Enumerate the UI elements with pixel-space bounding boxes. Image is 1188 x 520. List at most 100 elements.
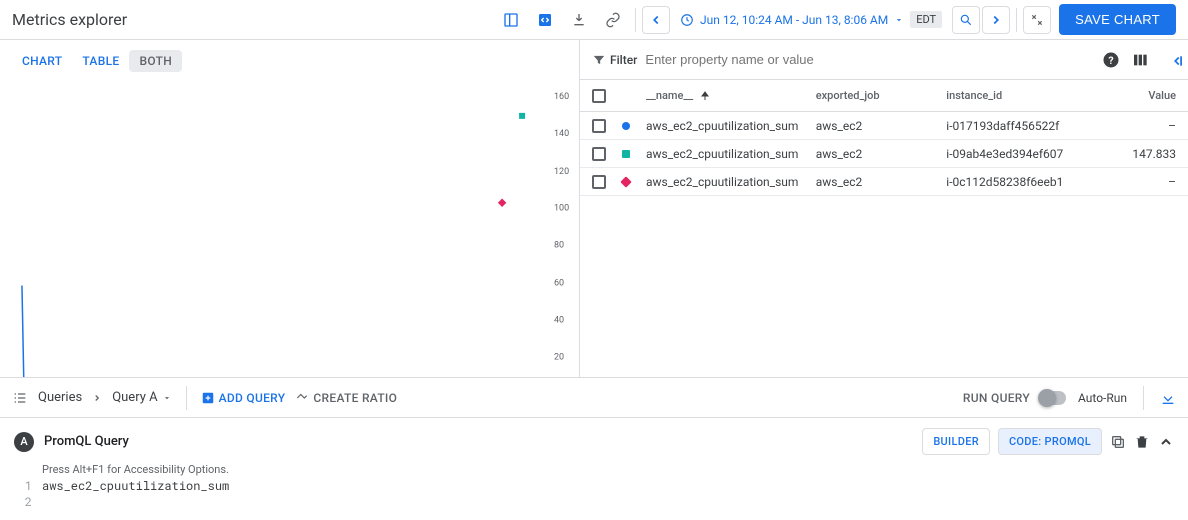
query-bar: Queries Query A ADD QUERY CREATE RATIO R… <box>0 378 1188 418</box>
ratio-icon <box>295 391 309 405</box>
col-header-value[interactable]: Value <box>1116 89 1176 102</box>
code-editor[interactable]: 2 <box>14 494 1174 510</box>
code-editor[interactable]: 1 aws_ec2_cpuutilization_sum <box>14 478 1174 494</box>
col-header-instance[interactable]: instance_id <box>946 89 1116 102</box>
row-checkbox[interactable] <box>592 119 606 133</box>
cell-name: aws_ec2_cpuutilization_sum <box>646 119 816 133</box>
help-icon[interactable]: ? <box>1102 51 1120 69</box>
code-icon[interactable] <box>529 4 561 36</box>
table-panel: Filter ? __name__ exported_job instance_… <box>580 40 1188 377</box>
copy-icon[interactable] <box>1110 434 1126 450</box>
dropdown-icon <box>894 15 904 25</box>
download-icon[interactable] <box>563 4 595 36</box>
table-row[interactable]: aws_ec2_cpuutilization_sum aws_ec2 i-0c1… <box>580 168 1188 196</box>
series-marker-icon <box>622 122 630 130</box>
filter-actions: ? <box>1102 51 1148 69</box>
promql-section: A PromQL Query BUILDER CODE: PROMQL Pres… <box>0 418 1188 520</box>
cell-value: 147.833 <box>1116 147 1176 161</box>
accessibility-hint: Press Alt+F1 for Accessibility Options. <box>14 463 1174 476</box>
cell-instance: i-09ab4e3ed394ef607 <box>946 147 1116 161</box>
cell-instance: i-0c112d58238f6eeb1 <box>946 175 1116 189</box>
zoom-icon[interactable] <box>952 6 980 34</box>
cell-job: aws_ec2 <box>816 119 947 133</box>
collapse-down-icon[interactable] <box>1160 390 1176 406</box>
cell-value: – <box>1116 119 1176 133</box>
link-icon[interactable] <box>597 4 629 36</box>
svg-text:40: 40 <box>554 316 564 326</box>
page-title: Metrics explorer <box>12 10 127 29</box>
table-row[interactable]: aws_ec2_cpuutilization_sum aws_ec2 i-09a… <box>580 140 1188 168</box>
compare-icon[interactable] <box>1023 6 1051 34</box>
tab-both[interactable]: BOTH <box>129 50 182 72</box>
add-query-button[interactable]: ADD QUERY <box>201 391 286 405</box>
dropdown-icon <box>162 393 172 403</box>
series-marker-icon <box>622 150 630 158</box>
autorun-label: Auto-Run <box>1078 391 1127 405</box>
row-checkbox[interactable] <box>592 175 606 189</box>
divider <box>186 386 187 410</box>
collapse-panel-icon[interactable] <box>1170 54 1184 68</box>
chevron-up-icon[interactable] <box>1158 434 1174 450</box>
clock-icon <box>680 13 694 27</box>
cell-instance: i-017193daff456522f <box>946 119 1116 133</box>
svg-text:100: 100 <box>554 204 569 214</box>
view-tabs: CHART TABLE BOTH <box>12 50 182 72</box>
time-range-picker[interactable]: Jun 12, 10:24 AM - Jun 13, 8:06 AM EDT <box>672 11 950 28</box>
table-header: __name__ exported_job instance_id Value <box>580 80 1188 112</box>
tab-table[interactable]: TABLE <box>72 50 129 72</box>
svg-text:20: 20 <box>554 352 564 362</box>
filter-label: Filter <box>592 53 637 67</box>
col-header-job[interactable]: exported_job <box>816 89 947 102</box>
svg-text:160: 160 <box>554 92 569 102</box>
cell-value: – <box>1116 175 1176 189</box>
promql-title: PromQL Query <box>44 434 129 449</box>
code-text: aws_ec2_cpuutilization_sum <box>42 478 229 494</box>
divider <box>1143 386 1144 410</box>
tab-chart[interactable]: CHART <box>12 50 72 72</box>
chevron-right-icon <box>92 393 102 403</box>
delete-icon[interactable] <box>1134 434 1150 450</box>
col-header-name[interactable]: __name__ <box>646 89 816 102</box>
queries-label: Queries <box>38 390 82 405</box>
code-mode-button[interactable]: CODE: PROMQL <box>998 428 1102 455</box>
cell-name: aws_ec2_cpuutilization_sum <box>646 175 816 189</box>
cell-job: aws_ec2 <box>816 147 947 161</box>
filter-input[interactable] <box>645 52 1094 67</box>
main-area: CHART TABLE BOTH 02040 6080100 120140160… <box>0 40 1188 378</box>
prev-time-icon[interactable] <box>642 6 670 34</box>
save-chart-button[interactable]: SAVE CHART <box>1059 4 1176 35</box>
list-icon <box>12 390 28 406</box>
current-query[interactable]: Query A <box>112 390 171 405</box>
cell-job: aws_ec2 <box>816 175 947 189</box>
divider <box>1016 8 1017 32</box>
columns-icon[interactable] <box>1132 52 1148 68</box>
run-query-button[interactable]: RUN QUERY <box>963 391 1030 405</box>
svg-text:80: 80 <box>554 241 564 251</box>
svg-text:60: 60 <box>554 279 564 289</box>
select-all-checkbox[interactable] <box>592 89 606 103</box>
create-ratio-button[interactable]: CREATE RATIO <box>295 391 397 405</box>
series-marker-icon <box>620 176 631 187</box>
svg-text:?: ? <box>1108 53 1113 66</box>
chart-svg: 02040 6080100 120140160 UTC-4 2:00 PM4:0… <box>0 40 579 377</box>
filter-icon <box>592 53 606 67</box>
builder-mode-button[interactable]: BUILDER <box>922 428 990 455</box>
chart-panel: CHART TABLE BOTH 02040 6080100 120140160… <box>0 40 580 377</box>
sort-asc-icon <box>699 90 711 102</box>
filter-row: Filter ? <box>580 40 1188 80</box>
header: Metrics explorer Jun 12, 10:24 AM - Jun … <box>0 0 1188 40</box>
cell-name: aws_ec2_cpuutilization_sum <box>646 147 816 161</box>
plus-icon <box>201 391 215 405</box>
svg-text:140: 140 <box>554 129 569 139</box>
next-time-icon[interactable] <box>982 6 1010 34</box>
table-row[interactable]: aws_ec2_cpuutilization_sum aws_ec2 i-017… <box>580 112 1188 140</box>
header-actions: Jun 12, 10:24 AM - Jun 13, 8:06 AM EDT S… <box>495 4 1176 36</box>
divider <box>635 8 636 32</box>
layout-icon[interactable] <box>495 4 527 36</box>
svg-text:120: 120 <box>554 167 569 177</box>
row-checkbox[interactable] <box>592 147 606 161</box>
autorun-toggle[interactable] <box>1042 391 1066 405</box>
query-letter-badge: A <box>14 432 34 452</box>
time-range-label: Jun 12, 10:24 AM - Jun 13, 8:06 AM <box>700 13 888 27</box>
tz-badge: EDT <box>910 11 942 28</box>
